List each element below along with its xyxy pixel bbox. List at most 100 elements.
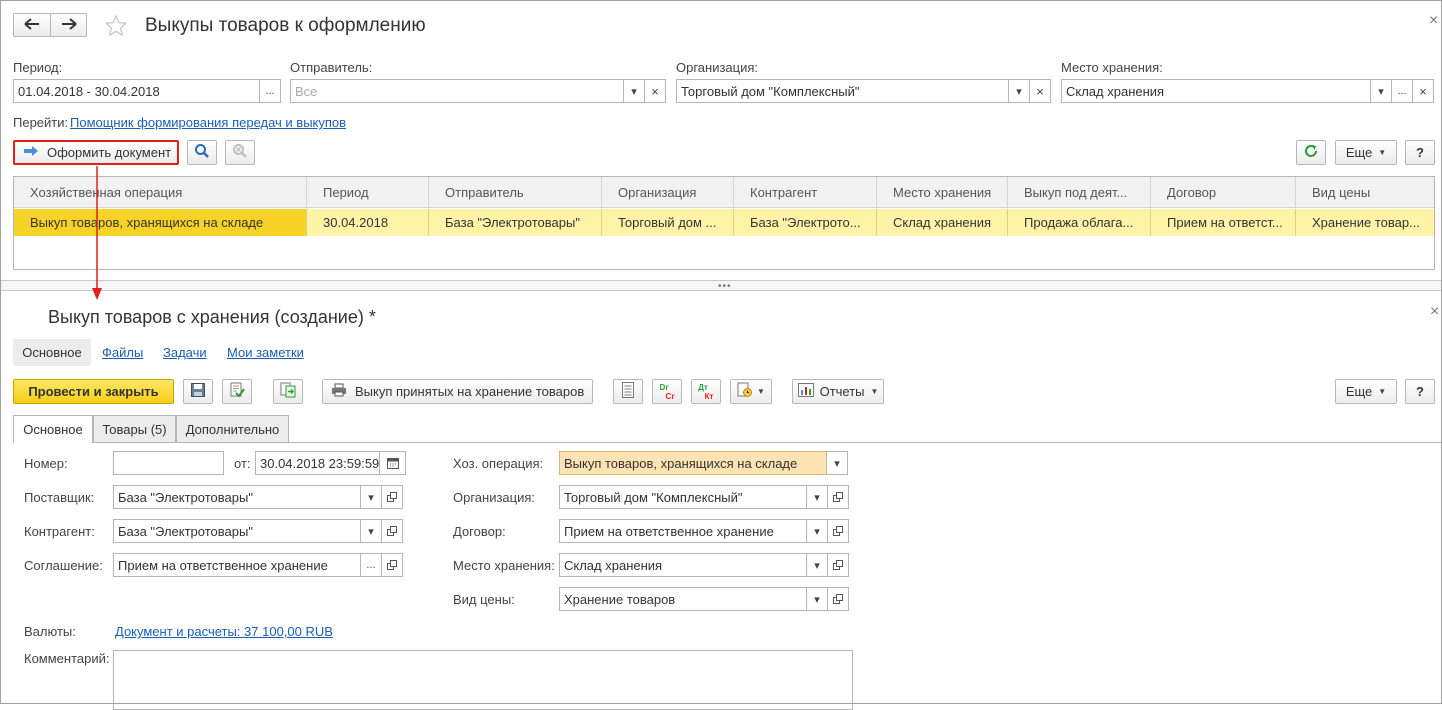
storage-place-field[interactable]: Склад хранения — [559, 553, 807, 577]
forward-button[interactable] — [50, 13, 87, 37]
kt-text: Кт — [704, 391, 714, 401]
storage-select-button[interactable]: ... — [1391, 79, 1413, 103]
agreement-open-button[interactable] — [381, 553, 403, 577]
tab-additional[interactable]: Дополнительно — [176, 415, 289, 442]
org-dropdown-button[interactable]: ▾ — [1008, 79, 1030, 103]
organization-field[interactable]: Торговый дом "Комплексный" — [559, 485, 807, 509]
doc-help-button[interactable]: ? — [1405, 379, 1435, 404]
purchases-table: Хозяйственная операция Период Отправител… — [13, 176, 1435, 270]
more-button[interactable]: Еще ▼ — [1335, 140, 1397, 165]
nav-main[interactable]: Основное — [13, 339, 91, 366]
document-journal-button[interactable] — [613, 379, 643, 404]
storage-place-dropdown-button[interactable]: ▾ — [806, 553, 828, 577]
operation-dropdown-button[interactable]: ▾ — [826, 451, 848, 475]
cell-operation: Выкуп товаров, хранящихся на складе — [14, 209, 307, 236]
contract-open-button[interactable] — [827, 519, 849, 543]
refresh-button[interactable] — [1296, 140, 1326, 165]
calendar-button[interactable] — [379, 451, 406, 475]
period-label: Период: — [13, 60, 63, 75]
more-label: Еще — [1345, 145, 1373, 160]
cancel-search-button[interactable] — [225, 140, 255, 165]
cell-period: 30.04.2018 — [307, 209, 429, 236]
counterparty-open-button[interactable] — [381, 519, 403, 543]
counterparty-dropdown-button[interactable]: ▾ — [360, 519, 382, 543]
nav-notes[interactable]: Мои заметки — [227, 345, 304, 360]
goto-assistant-link[interactable]: Помощник формирования передач и выкупов — [70, 115, 346, 130]
org-field[interactable]: Торговый дом "Комплексный" — [676, 79, 1009, 103]
close-document-icon[interactable]: × — [1430, 303, 1439, 321]
cell-price-type: Хранение товар... — [1312, 215, 1420, 230]
agreement-field[interactable]: Прием на ответственное хранение — [113, 553, 361, 577]
period-field[interactable]: 01.04.2018 - 30.04.2018 — [13, 79, 260, 103]
reports-button[interactable]: Отчеты ▼ — [792, 379, 884, 404]
sender-dropdown-button[interactable]: ▾ — [623, 79, 645, 103]
supplier-open-button[interactable] — [381, 485, 403, 509]
open-form-icon — [833, 526, 843, 536]
storage-field[interactable]: Склад хранения — [1061, 79, 1371, 103]
price-type-dropdown-button[interactable]: ▾ — [806, 587, 828, 611]
org-clear-button[interactable]: × — [1029, 79, 1051, 103]
price-type-open-button[interactable] — [827, 587, 849, 611]
organization-dropdown-button[interactable]: ▾ — [806, 485, 828, 509]
column-header-sender[interactable]: Отправитель — [429, 177, 602, 207]
nav-files[interactable]: Файлы — [102, 345, 143, 360]
refresh-icon — [1303, 143, 1319, 162]
post-and-close-button[interactable]: Провести и закрыть — [13, 379, 174, 404]
table-row[interactable]: Выкуп товаров, хранящихся на складе 30.0… — [14, 209, 1434, 236]
date-field[interactable]: 30.04.2018 23:59:59 — [255, 451, 380, 475]
price-type-label: Вид цены: — [453, 592, 515, 607]
back-button[interactable] — [13, 13, 51, 37]
column-header-organization[interactable]: Организация — [602, 177, 734, 207]
number-field[interactable] — [113, 451, 224, 475]
reports-label: Отчеты — [819, 384, 865, 399]
price-type-field[interactable]: Хранение товаров — [559, 587, 807, 611]
date-from-label: от: — [234, 456, 251, 471]
sender-field[interactable]: Все — [290, 79, 624, 103]
search-button[interactable] — [187, 140, 217, 165]
print-button[interactable]: Выкуп принятых на хранение товаров — [322, 379, 593, 404]
period-select-button[interactable]: ... — [259, 79, 281, 103]
create-based-icon — [280, 382, 296, 401]
save-button[interactable] — [183, 379, 213, 404]
doc-more-button[interactable]: Еще ▼ — [1335, 379, 1397, 404]
column-header-operation[interactable]: Хозяйственная операция — [14, 177, 307, 207]
storage-place-label: Место хранения: — [453, 558, 555, 573]
organization-open-button[interactable] — [827, 485, 849, 509]
help-button[interactable]: ? — [1405, 140, 1435, 165]
column-header-counterparty[interactable]: Контрагент — [734, 177, 877, 207]
column-header-storage[interactable]: Место хранения — [877, 177, 1008, 207]
comment-textarea[interactable] — [113, 650, 853, 710]
dt-kt-button[interactable]: Дт Кт — [691, 379, 721, 404]
dr-cr-button[interactable]: Dr Cr — [652, 379, 682, 404]
open-form-icon — [387, 492, 397, 502]
arrow-right-icon — [61, 17, 77, 33]
agreement-select-button[interactable]: ... — [360, 553, 382, 577]
post-button[interactable] — [222, 379, 252, 404]
currency-link[interactable]: Документ и расчеты: 37 100,00 RUB — [115, 624, 333, 639]
storage-clear-button[interactable]: × — [1412, 79, 1434, 103]
supplier-dropdown-button[interactable]: ▾ — [360, 485, 382, 509]
contract-field[interactable]: Прием на ответственное хранение — [559, 519, 807, 543]
tab-main[interactable]: Основное — [13, 415, 93, 443]
open-form-icon — [833, 560, 843, 570]
column-header-price-type[interactable]: Вид цены — [1296, 177, 1434, 207]
close-window-icon[interactable]: × — [1429, 12, 1438, 30]
dt-text: Дт — [698, 382, 708, 392]
operation-field[interactable]: Выкуп товаров, хранящихся на складе — [559, 451, 827, 475]
storage-place-open-button[interactable] — [827, 553, 849, 577]
column-header-activity[interactable]: Выкуп под деят... — [1008, 177, 1151, 207]
counterparty-field[interactable]: База "Электротовары" — [113, 519, 361, 543]
sender-clear-button[interactable]: × — [644, 79, 666, 103]
related-docs-button[interactable]: ▼ — [730, 379, 772, 404]
storage-dropdown-button[interactable]: ▾ — [1370, 79, 1392, 103]
make-document-button[interactable]: Оформить документ — [13, 140, 179, 165]
column-header-contract[interactable]: Договор — [1151, 177, 1296, 207]
favorite-star-icon[interactable] — [104, 14, 128, 41]
list-icon — [622, 382, 634, 401]
tab-goods[interactable]: Товары (5) — [93, 415, 176, 442]
column-header-period[interactable]: Период — [307, 177, 429, 207]
supplier-field[interactable]: База "Электротовары" — [113, 485, 361, 509]
nav-tasks[interactable]: Задачи — [163, 345, 207, 360]
create-based-on-button[interactable] — [273, 379, 303, 404]
contract-dropdown-button[interactable]: ▾ — [806, 519, 828, 543]
